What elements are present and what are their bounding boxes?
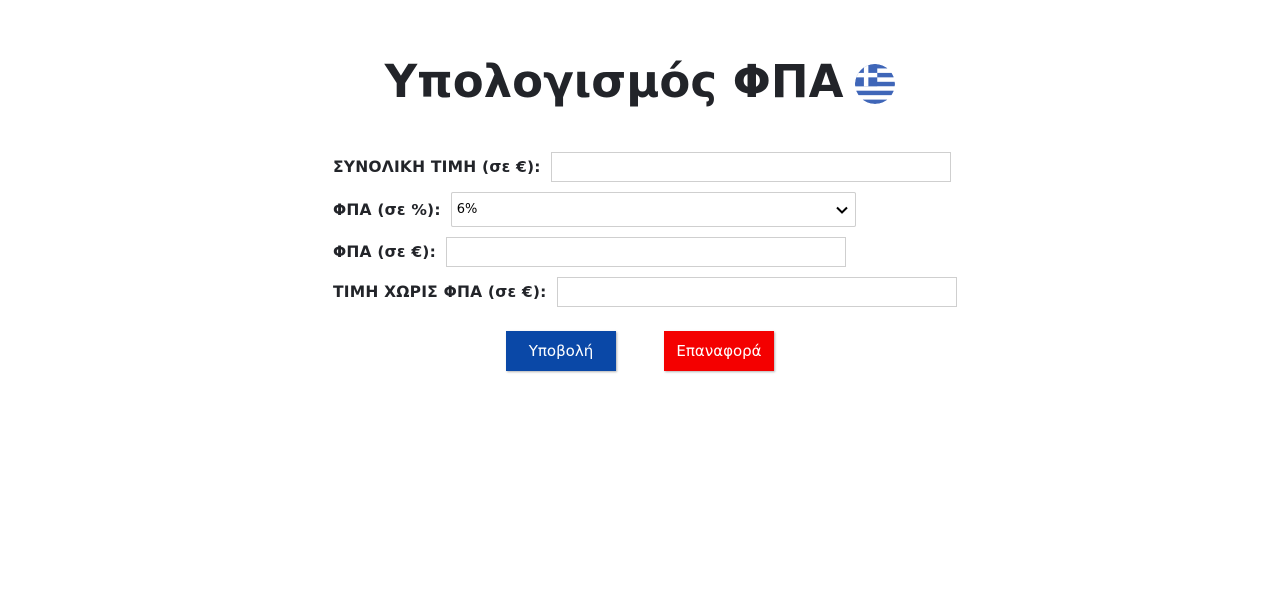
price-without-vat-label: ΤΙΜΗ ΧΩΡΙΣ ΦΠΑ (σε €): (333, 283, 547, 301)
title-row: Υπολογισμός ΦΠΑ (0, 52, 1280, 112)
vat-percent-row: ΦΠΑ (σε %): 6% (333, 192, 856, 227)
submit-button[interactable]: Υποβολή (506, 331, 616, 371)
vat-percent-label: ΦΠΑ (σε %): (333, 200, 441, 219)
vat-percent-select[interactable]: 6% (450, 192, 856, 227)
page-title: Υπολογισμός ΦΠΑ (384, 55, 844, 108)
vat-calculator-page: Υπολογισμός ΦΠΑ ΣΥΝΟΛΙΚΗ ΤΙΜΗ (σε €): ΦΠ… (0, 0, 1280, 589)
price-without-vat-row: ΤΙΜΗ ΧΩΡΙΣ ΦΠΑ (σε €): (333, 277, 957, 307)
vat-amount-row: ΦΠΑ (σε €): (333, 237, 846, 267)
vat-percent-selected-value: 6% (456, 202, 478, 217)
total-price-input[interactable] (550, 152, 951, 182)
vat-amount-input[interactable] (446, 237, 846, 267)
vat-amount-label: ΦΠΑ (σε €): (333, 243, 436, 261)
total-price-row: ΣΥΝΟΛΙΚΗ ΤΙΜΗ (σε €): (333, 152, 951, 182)
reset-button[interactable]: Επαναφορά (664, 331, 774, 371)
chevron-down-icon (835, 203, 849, 217)
price-without-vat-input[interactable] (556, 277, 957, 307)
greek-flag-icon (855, 64, 896, 104)
total-price-label: ΣΥΝΟΛΙΚΗ ΤΙΜΗ (σε €): (333, 158, 541, 176)
